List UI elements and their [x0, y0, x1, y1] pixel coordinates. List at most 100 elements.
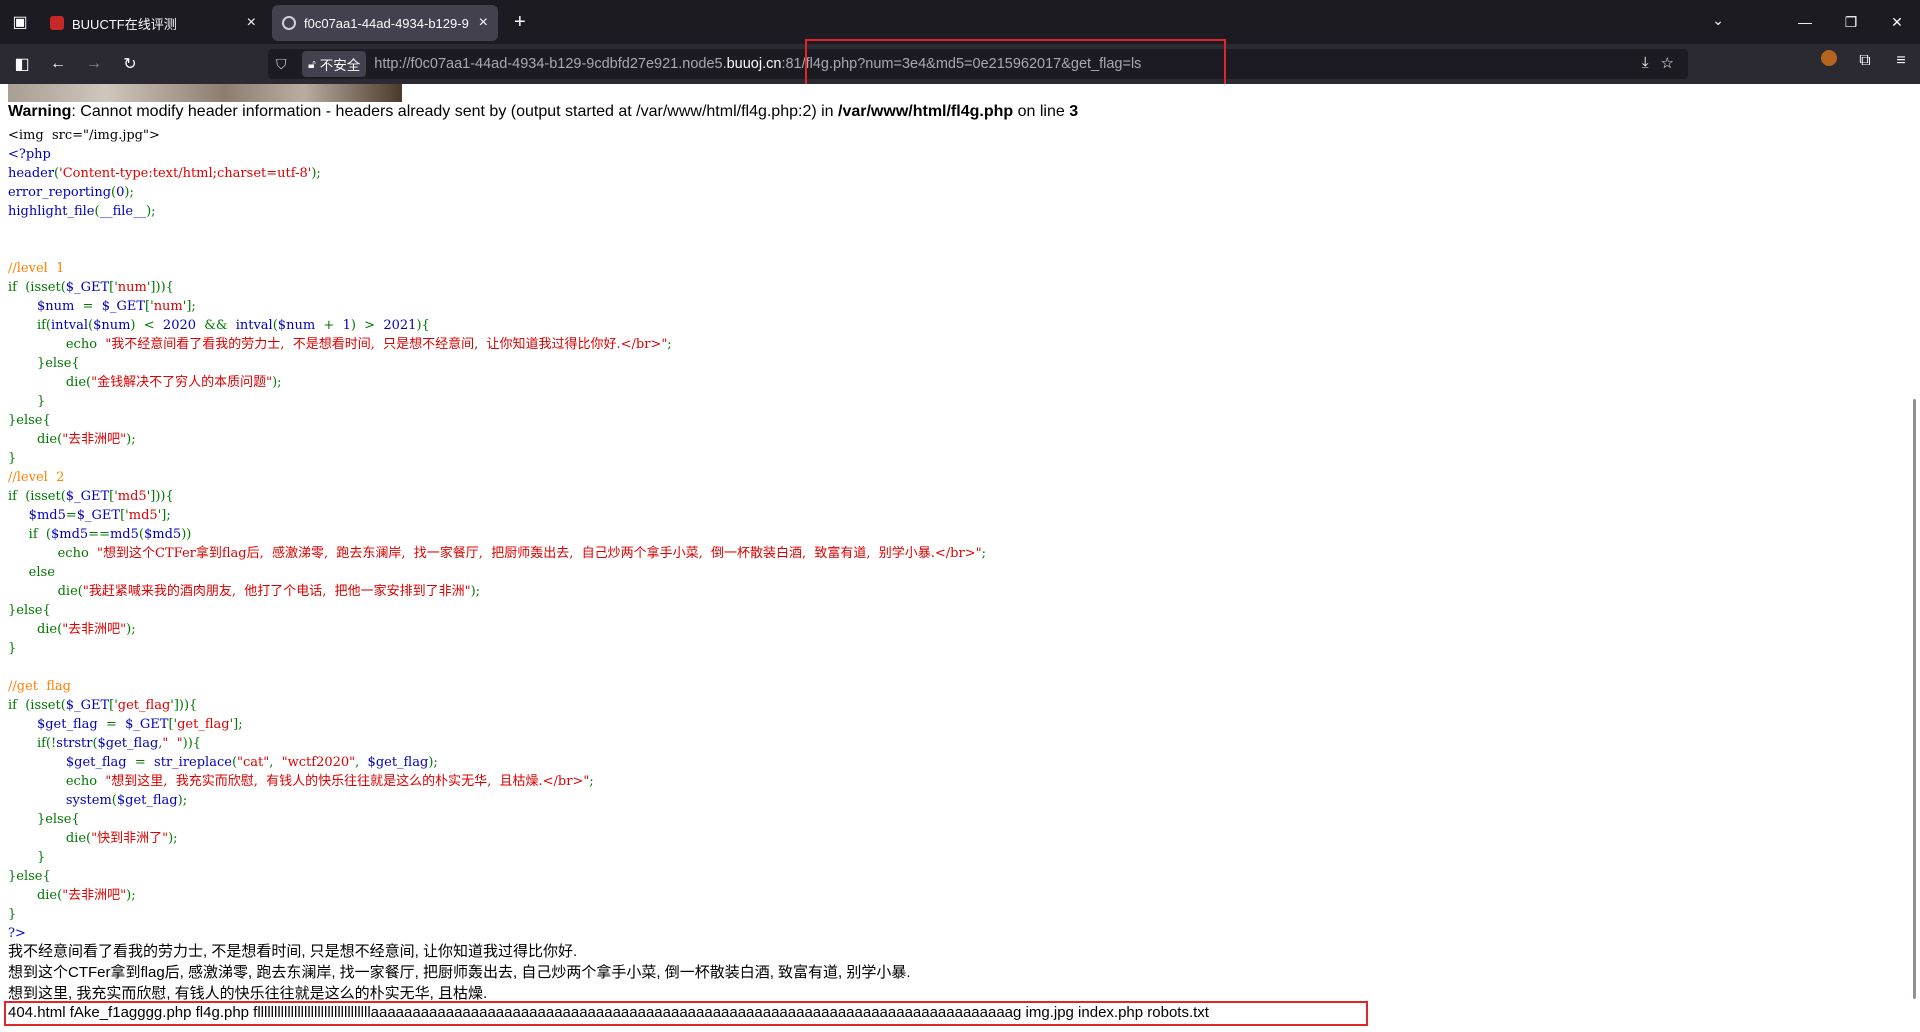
- code-token: =: [74, 299, 102, 314]
- page-image: [8, 84, 402, 102]
- tab-overview-icon[interactable]: ▣: [0, 0, 40, 44]
- code-line: header('Content-type:text/html;charset=u…: [8, 164, 986, 183]
- code-token: }else{: [8, 869, 51, 884]
- extensions-puzzle-icon[interactable]: ⧉: [1854, 52, 1876, 70]
- list-all-tabs-chevron-icon[interactable]: ⌄: [1712, 12, 1724, 29]
- code-line: die("快到非洲了");: [8, 829, 986, 848]
- shield-icon[interactable]: ⛉: [276, 56, 294, 73]
- code-token: =: [65, 508, 77, 523]
- code-token: }else{: [8, 603, 51, 618]
- close-tab-icon[interactable]: ×: [479, 14, 488, 32]
- globe-favicon-icon: [282, 16, 296, 30]
- code-token: );: [126, 622, 136, 637]
- code-token: ;: [589, 774, 594, 789]
- code-token: $get_flag: [36, 717, 98, 732]
- code-token: $_GET: [76, 508, 121, 523]
- code-token: " ": [162, 736, 183, 751]
- code-line: //level 2: [8, 468, 986, 487]
- code-token: die(: [36, 888, 63, 903]
- code-token: "快到非洲了": [91, 831, 169, 846]
- code-token: $get_flag: [65, 755, 127, 770]
- buuctf-favicon-icon: [50, 16, 64, 30]
- code-token: );: [272, 375, 282, 390]
- code-line: $get_flag = str_ireplace("cat", "wctf202…: [8, 753, 986, 772]
- code-token: "我赶紧喊来我的酒肉朋友, 他打了个电话, 把他一家安排到了非洲": [82, 584, 471, 599]
- code-token: );: [311, 166, 321, 181]
- code-token: if (isset(: [8, 489, 66, 504]
- code-token: $_GET: [65, 280, 110, 295]
- code-token: "cat": [237, 755, 270, 770]
- tab-buuctf[interactable]: BUUCTF在线评测 ×: [40, 5, 266, 41]
- back-arrow-icon[interactable]: ←: [44, 50, 72, 78]
- code-line: }else{: [8, 601, 986, 620]
- code-line: if (isset($_GET['num'])){: [8, 278, 986, 297]
- code-token: ==: [88, 527, 110, 542]
- code-token: else: [28, 565, 55, 580]
- code-token: if(: [36, 318, 51, 333]
- code-token: '])){: [170, 698, 198, 713]
- close-tab-icon[interactable]: ×: [247, 14, 256, 32]
- code-token: +: [315, 318, 343, 333]
- code-token: );: [470, 584, 481, 599]
- code-token: $_GET: [65, 698, 110, 713]
- code-token: __file__: [99, 204, 147, 219]
- code-token: $get_flag: [367, 755, 429, 770]
- code-token: strstr: [56, 736, 93, 751]
- close-window-icon[interactable]: ✕: [1874, 14, 1920, 31]
- code-token: $_GET: [101, 299, 146, 314]
- vertical-scrollbar[interactable]: [1913, 399, 1916, 999]
- code-token: [': [168, 717, 178, 732]
- code-line: die("去非洲吧");: [8, 430, 986, 449]
- insecure-badge[interactable]: 🔓︎ 不安全: [302, 51, 367, 77]
- code-token: <?php: [8, 147, 51, 162]
- warning-on-line: on line: [1013, 103, 1070, 120]
- code-token: 1: [342, 318, 351, 333]
- code-token: $md5: [50, 527, 89, 542]
- code-token: str_ireplace: [154, 755, 232, 770]
- forward-arrow-icon[interactable]: →: [80, 50, 108, 78]
- url-actions: ⤓ ☆: [1642, 54, 1674, 72]
- code-token: $num: [277, 318, 316, 333]
- extension-icon[interactable]: [1818, 50, 1840, 71]
- tab-challenge[interactable]: f0c07aa1-44ad-4934-b129-9 ×: [272, 5, 498, 41]
- download-page-icon[interactable]: ⤓: [1642, 54, 1649, 72]
- code-token: "去非洲吧": [62, 432, 127, 447]
- sidebar-toggle-icon[interactable]: ◧: [8, 50, 36, 78]
- minimize-icon[interactable]: —: [1782, 14, 1828, 30]
- code-line: }: [8, 392, 986, 411]
- menu-hamburger-icon[interactable]: ≡: [1890, 52, 1912, 70]
- code-line: if ($md5==md5($md5)): [8, 525, 986, 544]
- code-token: die(: [36, 622, 63, 637]
- code-token: ;: [667, 337, 672, 352]
- code-token: ) <: [130, 318, 163, 333]
- code-token: [': [109, 280, 118, 295]
- code-token: );: [126, 888, 136, 903]
- window-controls: — ❐ ✕: [1782, 0, 1920, 44]
- code-token: "去非洲吧": [62, 888, 127, 903]
- code-token: error_reporting: [8, 185, 112, 200]
- code-token: '])){: [146, 280, 174, 295]
- reload-icon[interactable]: ↻: [116, 50, 144, 78]
- new-tab-icon[interactable]: +: [504, 11, 536, 34]
- page-content: Warning: Cannot modify header informatio…: [0, 84, 1920, 1032]
- restore-icon[interactable]: ❐: [1828, 14, 1874, 31]
- code-token: }: [36, 850, 46, 865]
- code-token: ,: [355, 755, 368, 770]
- code-token: }else{: [36, 356, 80, 371]
- bookmark-star-icon[interactable]: ☆: [1661, 54, 1674, 72]
- code-token: highlight_file: [8, 204, 95, 219]
